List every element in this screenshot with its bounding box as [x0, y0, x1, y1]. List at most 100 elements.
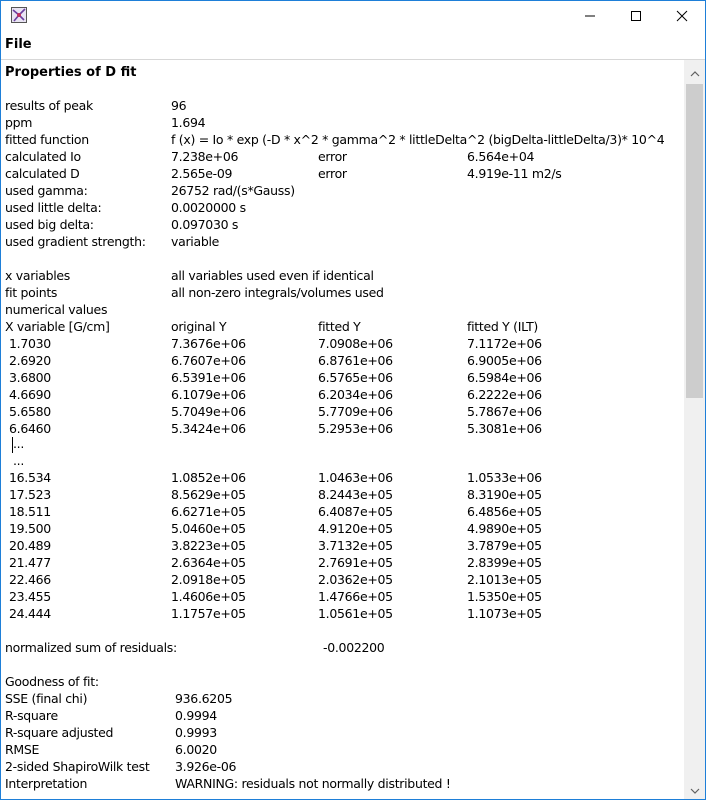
- menu-bar: File: [1, 31, 705, 60]
- table-header-x: X variable [G/cm]: [5, 319, 110, 334]
- table-cell: 21.477: [9, 555, 51, 570]
- param-value-little-delta: 0.0020000 s: [171, 200, 246, 215]
- table-cell: 6.9005e+06: [467, 353, 542, 368]
- report-content: Properties of D fit results of peak 96 p…: [1, 60, 684, 799]
- goodness-label: RMSE: [5, 742, 40, 757]
- report-heading: Properties of D fit: [5, 65, 137, 80]
- table-cell: 23.455: [9, 589, 51, 604]
- table-cell: 24.444: [9, 606, 51, 621]
- goodness-value: 936.6205: [175, 691, 233, 706]
- table-cell: 3.7879e+05: [467, 538, 542, 553]
- table-cell: 16.534: [9, 470, 51, 485]
- table-cell: 3.7132e+05: [318, 538, 393, 553]
- param-label-d: calculated D: [5, 166, 80, 181]
- param-value-peak: 96: [171, 98, 187, 113]
- table-cell: 18.511: [9, 504, 51, 519]
- table-cell: 5.3081e+06: [467, 421, 542, 436]
- table-cell: 1.4606e+05: [171, 589, 246, 604]
- table-cell: 8.5629e+05: [171, 487, 246, 502]
- table-cell: 2.8399e+05: [467, 555, 542, 570]
- table-cell: 6.7607e+06: [171, 353, 246, 368]
- setting-value-x-variables: all variables used even if identical: [171, 268, 374, 283]
- goodness-value: 6.0020: [175, 742, 217, 757]
- menu-file[interactable]: File: [5, 37, 32, 52]
- table-cell: 19.500: [9, 521, 51, 536]
- minimize-icon: [584, 7, 596, 26]
- table-cell: 3.8223e+05: [171, 538, 246, 553]
- table-cell: 1.7030: [9, 336, 51, 351]
- param-err-value-io: 6.564e+04: [467, 149, 535, 164]
- report-window: File Properties of D fit results of peak…: [0, 0, 706, 800]
- table-header-fitted-y-ilt: fitted Y (ILT): [467, 319, 539, 334]
- param-value-d: 2.565e-09: [171, 166, 233, 181]
- table-ellipsis: ...: [13, 436, 25, 451]
- table-cell: 6.5391e+06: [171, 370, 246, 385]
- table-cell: 22.466: [9, 572, 51, 587]
- table-cell: 4.9890e+05: [467, 521, 542, 536]
- table-cell: 7.3676e+06: [171, 336, 246, 351]
- table-cell: 5.2953e+06: [318, 421, 393, 436]
- table-ellipsis: ...: [13, 453, 25, 468]
- table-cell: 3.6800: [9, 370, 51, 385]
- scroll-thumb[interactable]: [686, 84, 703, 398]
- param-label-ppm: ppm: [5, 115, 33, 130]
- goodness-label: 2-sided ShapiroWilk test: [5, 759, 150, 774]
- table-cell: 5.0460e+05: [171, 521, 246, 536]
- table-cell: 6.2222e+06: [467, 387, 542, 402]
- param-value-io: 7.238e+06: [171, 149, 239, 164]
- goodness-label: SSE (final chi): [5, 691, 88, 706]
- goodness-label: R-square adjusted: [5, 725, 114, 740]
- param-label-function: fitted function: [5, 132, 89, 147]
- table-cell: 7.1172e+06: [467, 336, 542, 351]
- table-cell: 5.7867e+06: [467, 404, 542, 419]
- table-cell: 2.0918e+05: [171, 572, 246, 587]
- table-cell: 2.7691e+05: [318, 555, 393, 570]
- app-icon: [11, 7, 27, 23]
- residuals-label: normalized sum of residuals:: [5, 640, 177, 655]
- scroll-down-icon: [690, 779, 700, 798]
- minimize-button[interactable]: [567, 1, 613, 31]
- param-label-gamma: used gamma:: [5, 183, 88, 198]
- table-cell: 2.6364e+05: [171, 555, 246, 570]
- goodness-label: R-square: [5, 708, 58, 723]
- close-button[interactable]: [659, 1, 705, 31]
- table-cell: 5.7049e+06: [171, 404, 246, 419]
- table-cell: 17.523: [9, 487, 51, 502]
- maximize-icon: [630, 7, 642, 26]
- table-cell: 1.5350e+05: [467, 589, 542, 604]
- table-cell: 20.489: [9, 538, 51, 553]
- numerical-values-label: numerical values: [5, 302, 108, 317]
- param-label-little-delta: used little delta:: [5, 200, 102, 215]
- param-value-big-delta: 0.097030 s: [171, 217, 239, 232]
- table-cell: 6.8761e+06: [318, 353, 393, 368]
- table-cell: 6.5984e+06: [467, 370, 542, 385]
- scroll-down-button[interactable]: [684, 777, 705, 799]
- interpretation-warning: WARNING: residuals not normally distribu…: [175, 776, 451, 791]
- goodness-value: 3.926e-06: [175, 759, 237, 774]
- maximize-button[interactable]: [613, 1, 659, 31]
- table-cell: 1.0561e+05: [318, 606, 393, 621]
- title-bar[interactable]: [1, 1, 705, 31]
- table-cell: 1.0463e+06: [318, 470, 393, 485]
- param-label-peak: results of peak: [5, 98, 93, 113]
- close-icon: [676, 7, 688, 26]
- param-value-gamma: 26752 rad/(s*Gauss): [171, 183, 295, 198]
- param-value-ppm: 1.694: [171, 115, 206, 130]
- scroll-up-icon: [690, 62, 700, 81]
- table-cell: 1.1757e+05: [171, 606, 246, 621]
- table-cell: 5.6580: [9, 404, 51, 419]
- table-cell: 6.4856e+05: [467, 504, 542, 519]
- param-label-io: calculated Io: [5, 149, 81, 164]
- vertical-scrollbar[interactable]: [684, 60, 705, 799]
- setting-label-fit-points: fit points: [5, 285, 58, 300]
- table-cell: 2.1013e+05: [467, 572, 542, 587]
- param-value-gradient: variable: [171, 234, 220, 249]
- setting-value-fit-points: all non-zero integrals/volumes used: [171, 285, 384, 300]
- table-cell: 7.0908e+06: [318, 336, 393, 351]
- scroll-up-button[interactable]: [684, 60, 705, 82]
- param-err-label-io: error: [318, 149, 347, 164]
- table-cell: 1.1073e+05: [467, 606, 542, 621]
- table-cell: 6.1079e+06: [171, 387, 246, 402]
- table-cell: 1.0852e+06: [171, 470, 246, 485]
- table-cell: 8.3190e+05: [467, 487, 542, 502]
